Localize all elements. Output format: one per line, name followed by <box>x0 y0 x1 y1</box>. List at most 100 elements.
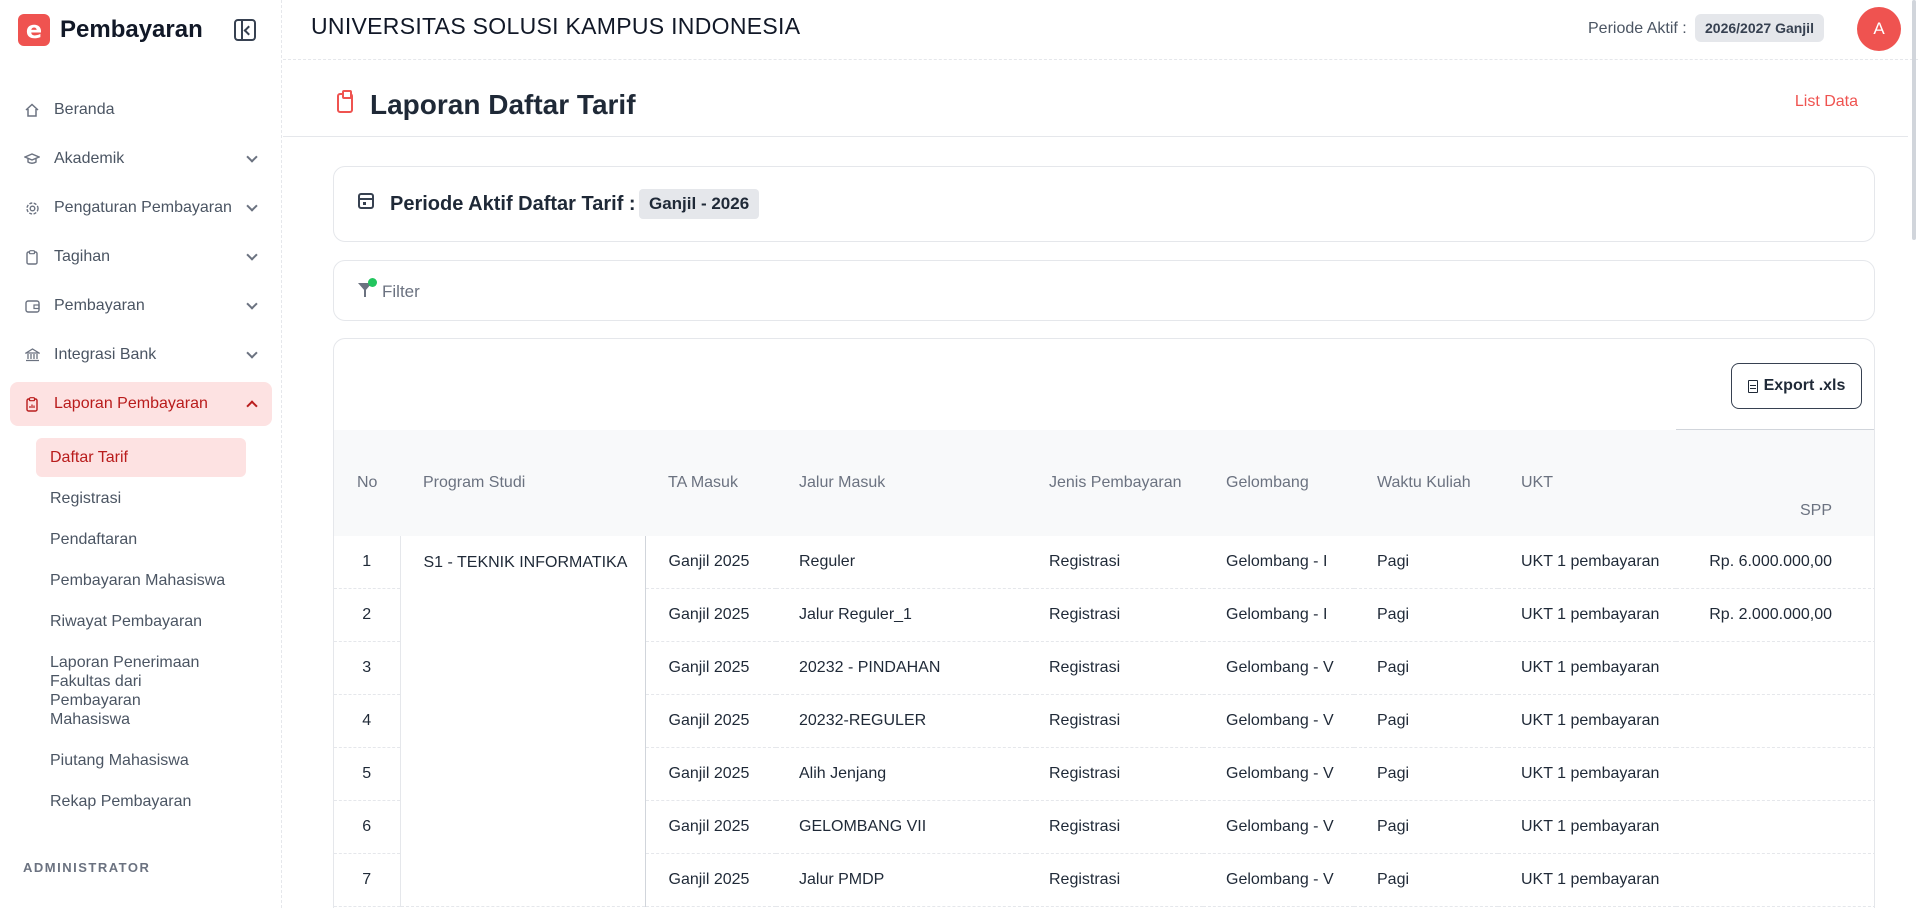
cell-ta-masuk: Ganjil 2025 <box>668 659 750 676</box>
subnav-item-riwayat-pembayaran[interactable]: Riwayat Pembayaran <box>36 602 246 641</box>
column-header-program-studi[interactable]: Program Studi <box>400 430 645 536</box>
subnav-item-registrasi[interactable]: Registrasi <box>36 479 246 518</box>
cell-ta-masuk: Ganjil 2025 <box>668 712 750 729</box>
export-label: Export .xls <box>1763 377 1846 394</box>
cell-waktu-kuliah: Pagi <box>1377 818 1410 835</box>
column-header-no[interactable]: No <box>334 430 400 536</box>
brand[interactable]: e Pembayaran <box>18 14 203 46</box>
cell-ta-masuk: Ganjil 2025 <box>668 765 750 782</box>
calendar-icon <box>358 193 374 209</box>
periode-card-label: Periode Aktif Daftar Tarif : <box>390 193 636 215</box>
sidebar-item-label: Akademik <box>54 150 125 167</box>
cell-gelombang: Gelombang - I <box>1226 606 1328 623</box>
sidebar-item-akademik[interactable]: Akademik <box>10 137 272 181</box>
cell-jenis-pembayaran: Registrasi <box>1049 659 1121 676</box>
cell-ukt: UKT 1 pembayaran <box>1521 552 1660 570</box>
tarif-table: No Program Studi TA Masuk Jalur Masuk Je… <box>334 429 1874 907</box>
app-name: Pembayaran <box>60 16 203 43</box>
periode-aktif-badge[interactable]: 2026/2027 Ganjil <box>1695 14 1824 42</box>
filter-bar[interactable]: Filter <box>333 260 1875 321</box>
cell-waktu-kuliah: Pagi <box>1377 712 1410 729</box>
cell-ukt: UKT 1 pembayaran <box>1521 659 1660 676</box>
sidebar-item-integrasi-bank[interactable]: Integrasi Bank <box>10 333 272 377</box>
cell-gelombang: Gelombang - V <box>1226 765 1334 782</box>
chevron-down-icon <box>246 200 258 212</box>
cell-jenis-pembayaran: Registrasi <box>1049 606 1121 623</box>
table-row: 1 S1 - TEKNIK INFORMATIKA Ganjil 2025 Re… <box>334 535 1874 907</box>
cell-no: 5 <box>334 747 401 801</box>
tarif-table-card: Export .xls No Program Studi TA Masuk Ja… <box>333 338 1875 908</box>
cell-jalur-masuk: Reguler <box>799 552 856 570</box>
cell-no: 2 <box>334 588 401 642</box>
subnav-item-daftar-tarif[interactable]: Daftar Tarif <box>36 438 246 477</box>
column-header-jenis-pembayaran[interactable]: Jenis Pembayaran <box>1026 430 1203 536</box>
avatar[interactable]: A <box>1857 7 1901 51</box>
bank-icon <box>24 347 40 363</box>
sidebar-item-label: Pengaturan Pembayaran <box>54 199 232 216</box>
sidebar-item-pembayaran[interactable]: Pembayaran <box>10 284 272 328</box>
subnav-item-piutang-mahasiswa[interactable]: Piutang Mahasiswa <box>36 741 246 780</box>
report-icon <box>24 396 40 412</box>
subnav-item-pembayaran-mahasiswa[interactable]: Pembayaran Mahasiswa <box>36 561 246 600</box>
cell-no: 1 <box>334 535 401 589</box>
cell-spp <box>1676 642 1874 695</box>
home-icon <box>24 102 40 118</box>
cell-spp <box>1676 748 1874 801</box>
cell-waktu-kuliah: Pagi <box>1377 659 1410 676</box>
export-xls-button[interactable]: Export .xls <box>1731 363 1862 409</box>
cell-spp <box>1676 854 1874 907</box>
cell-gelombang: Gelombang - V <box>1226 871 1334 888</box>
chevron-up-icon <box>246 400 258 412</box>
sidebar-item-laporan-pembayaran[interactable]: Laporan Pembayaran <box>10 382 272 426</box>
app-logo-icon: e <box>18 14 50 46</box>
clipboard-icon <box>24 249 40 265</box>
cell-jenis-pembayaran: Registrasi <box>1049 871 1121 888</box>
cell-waktu-kuliah: Pagi <box>1377 552 1410 570</box>
subnav-item-rekap-pembayaran[interactable]: Rekap Pembayaran <box>36 782 246 821</box>
subnav-item-laporan-penerimaan[interactable]: Laporan Penerimaan Fakultas dari Pembaya… <box>36 643 226 739</box>
sidebar-item-beranda[interactable]: Beranda <box>10 88 272 132</box>
sidebar-item-label: Pembayaran <box>54 297 145 314</box>
page-scrollbar[interactable] <box>1912 0 1916 240</box>
column-header-ta-masuk[interactable]: TA Masuk <box>645 430 776 536</box>
column-header-ukt[interactable]: UKT <box>1498 430 1676 536</box>
periode-card-badge: Ganjil - 2026 <box>639 189 760 219</box>
sidebar-item-tagihan[interactable]: Tagihan <box>10 235 272 279</box>
cell-spp <box>1676 695 1874 748</box>
column-header-spp[interactable]: SPP <box>1676 429 1874 536</box>
cell-jenis-pembayaran: Registrasi <box>1049 818 1121 835</box>
cell-jalur-masuk: Alih Jenjang <box>799 765 887 782</box>
periode-card: Periode Aktif Daftar Tarif : Ganjil - 20… <box>333 166 1875 242</box>
cell-program-studi: S1 - TEKNIK INFORMATIKA <box>400 535 646 907</box>
sidebar-item-label: Integrasi Bank <box>54 346 157 363</box>
cell-ta-masuk: Ganjil 2025 <box>668 871 750 888</box>
sidebar: e Pembayaran Beranda Akademik Pengaturan… <box>0 0 282 908</box>
sidebar-item-pengaturan-pembayaran[interactable]: Pengaturan Pembayaran <box>10 186 272 230</box>
sidebar-nav: Beranda Akademik Pengaturan Pembayaran T… <box>10 88 272 431</box>
cell-waktu-kuliah: Pagi <box>1377 606 1410 623</box>
column-header-jalur-masuk[interactable]: Jalur Masuk <box>776 430 1026 536</box>
cell-ukt: UKT 1 pembayaran <box>1521 606 1660 623</box>
sidebar-item-label: Laporan Pembayaran <box>54 395 208 412</box>
cell-no: 6 <box>334 800 401 854</box>
cell-jenis-pembayaran: Registrasi <box>1049 765 1121 782</box>
subnav-item-pendaftaran[interactable]: Pendaftaran <box>36 520 246 559</box>
sidebar-item-label: Tagihan <box>54 248 111 265</box>
sidebar-subnav: Daftar Tarif Registrasi Pendaftaran Pemb… <box>36 438 246 823</box>
chevron-down-icon <box>246 347 258 359</box>
cell-ukt: UKT 1 pembayaran <box>1521 818 1660 835</box>
column-header-gelombang[interactable]: Gelombang <box>1203 430 1354 536</box>
column-header-waktu-kuliah[interactable]: Waktu Kuliah <box>1354 430 1498 536</box>
cell-no: 7 <box>334 853 401 907</box>
cell-gelombang: Gelombang - V <box>1226 818 1334 835</box>
list-data-link[interactable]: List Data <box>1795 93 1858 111</box>
periode-aktif-label: Periode Aktif : <box>1588 20 1687 37</box>
cell-spp <box>1676 801 1874 854</box>
cell-ukt: UKT 1 pembayaran <box>1521 765 1660 782</box>
table-header-row: No Program Studi TA Masuk Jalur Masuk Je… <box>334 429 1874 536</box>
sidebar-collapse-icon[interactable] <box>234 19 256 41</box>
cell-waktu-kuliah: Pagi <box>1377 765 1410 782</box>
page-title: Laporan Daftar Tarif <box>370 89 636 120</box>
filter-label: Filter <box>382 282 420 301</box>
cell-jenis-pembayaran: Registrasi <box>1049 712 1121 729</box>
